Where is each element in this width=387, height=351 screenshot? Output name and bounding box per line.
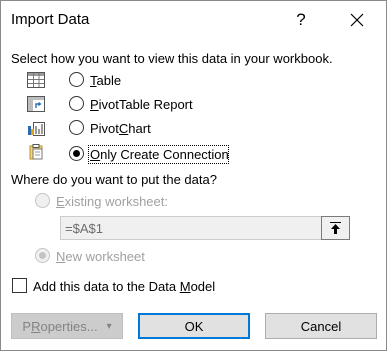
pivottable-icon <box>27 96 45 112</box>
cell-reference-field[interactable]: =$A$1 <box>60 216 350 240</box>
table-option-label[interactable]: Table <box>90 73 121 88</box>
ok-button-label: OK <box>184 318 204 334</box>
data-model-label[interactable]: Add this data to the Data Model <box>33 279 215 294</box>
view-prompt: Select how you want to view this data in… <box>11 51 333 66</box>
dropdown-arrow-icon: ▾ <box>106 320 112 332</box>
connection-icon <box>29 144 43 160</box>
collapse-arrow-icon <box>330 222 341 234</box>
ok-button[interactable]: OK <box>138 313 250 339</box>
pivotchart-icon <box>28 122 45 136</box>
table-icon <box>27 72 45 88</box>
connection-option-label[interactable]: Only Create Connection <box>90 147 229 162</box>
connection-radio[interactable] <box>69 146 84 161</box>
properties-button[interactable]: PRoperties... ▾ <box>11 313 123 339</box>
help-button[interactable]: ? <box>281 1 321 39</box>
pivottable-radio[interactable] <box>69 96 84 111</box>
new-worksheet-radio[interactable] <box>35 248 50 263</box>
title-bar: Import Data ? <box>1 1 386 39</box>
help-icon: ? <box>296 10 306 29</box>
dialog-title: Import Data <box>11 11 90 28</box>
data-model-checkbox[interactable] <box>12 278 27 293</box>
dialog-body: Select how you want to view this data in… <box>1 39 386 350</box>
cell-reference-value: =$A$1 <box>65 221 103 236</box>
close-icon <box>350 13 364 27</box>
existing-worksheet-label[interactable]: Existing worksheet: <box>56 194 168 209</box>
cancel-button-label: Cancel <box>300 318 342 334</box>
pivottable-option-label[interactable]: PivotTable Report <box>90 97 193 112</box>
location-prompt: Where do you want to put the data? <box>11 172 217 187</box>
collapse-dialog-button[interactable] <box>321 216 350 240</box>
pivotchart-option-label[interactable]: PivotChart <box>90 121 151 136</box>
new-worksheet-label[interactable]: New worksheet <box>56 249 145 264</box>
properties-button-label: PRoperties... <box>22 318 98 334</box>
close-button[interactable] <box>337 1 377 39</box>
cancel-button[interactable]: Cancel <box>265 313 377 339</box>
import-data-dialog: Import Data ? Select how you want to vie… <box>0 0 387 351</box>
table-radio[interactable] <box>69 72 84 87</box>
pivotchart-radio[interactable] <box>69 120 84 135</box>
existing-worksheet-radio[interactable] <box>35 193 50 208</box>
